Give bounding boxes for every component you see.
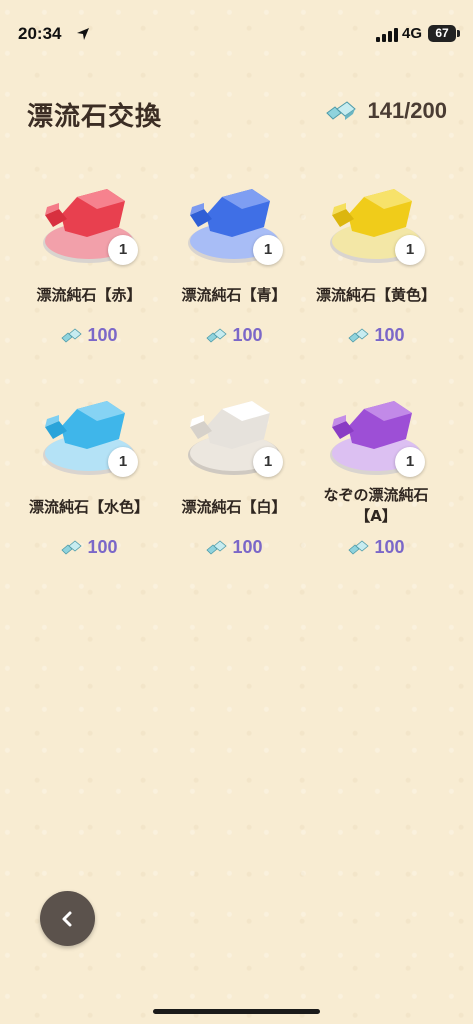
signal-icon [376, 28, 398, 42]
crystal-icon [61, 327, 83, 343]
quantity-badge: 1 [108, 235, 138, 265]
status-time: 20:34 [18, 24, 62, 43]
cost-value: 100 [87, 537, 118, 557]
cost-value: 100 [374, 325, 405, 345]
chevron-left-icon [62, 911, 72, 927]
item-cost: 100 [14, 325, 164, 346]
item-cost: 100 [301, 537, 451, 558]
item-cost: 100 [159, 537, 309, 558]
exchange-item-mystery[interactable]: 1 なぞの漂流純石【A】 100 [301, 387, 451, 577]
quantity-badge: 1 [395, 447, 425, 477]
exchange-item-blue[interactable]: 1 漂流純石【青】 100 [159, 175, 309, 365]
item-name: なぞの漂流純石【A】 [323, 486, 429, 525]
crystal-icon [348, 539, 370, 555]
exchange-item-light-blue[interactable]: 1 漂流純石【水色】 100 [14, 387, 164, 577]
item-name: 漂流純石【白】 [181, 498, 287, 516]
home-indicator [153, 1009, 320, 1014]
battery-tip [457, 30, 460, 37]
status-bar: 20:34 4G 67 [0, 0, 473, 60]
network-label: 4G [402, 25, 423, 42]
location-arrow-icon [77, 28, 89, 40]
crystal-icon [326, 101, 357, 120]
item-cost: 100 [301, 325, 451, 346]
quantity-badge: 1 [395, 235, 425, 265]
crystal-icon [61, 539, 83, 555]
quantity-badge: 1 [108, 447, 138, 477]
stock-count: 141/200 [367, 98, 447, 123]
exchange-item-white[interactable]: 1 漂流純石【白】 100 [159, 387, 309, 577]
item-cost: 100 [14, 537, 164, 558]
item-name: 漂流純石【黄色】 [315, 286, 436, 304]
crystal-icon [206, 539, 228, 555]
crystal-icon [206, 327, 228, 343]
cost-value: 100 [87, 325, 118, 345]
item-name: 漂流純石【青】 [181, 286, 287, 304]
exchange-item-yellow[interactable]: 1 漂流純石【黄色】 100 [301, 175, 451, 365]
battery-indicator: 67 [428, 25, 456, 42]
back-button[interactable] [40, 891, 95, 946]
page-title: 漂流石交換 [27, 102, 163, 132]
item-name: 漂流純石【水色】 [28, 498, 149, 516]
item-cost: 100 [159, 325, 309, 346]
stock-counter: 141/200 [323, 98, 447, 124]
exchange-item-red[interactable]: 1 漂流純石【赤】 100 [14, 175, 164, 365]
cost-value: 100 [232, 325, 263, 345]
crystal-icon [348, 327, 370, 343]
item-name: 漂流純石【赤】 [36, 286, 142, 304]
cost-value: 100 [374, 537, 405, 557]
quantity-badge: 1 [253, 447, 283, 477]
cost-value: 100 [232, 537, 263, 557]
quantity-badge: 1 [253, 235, 283, 265]
